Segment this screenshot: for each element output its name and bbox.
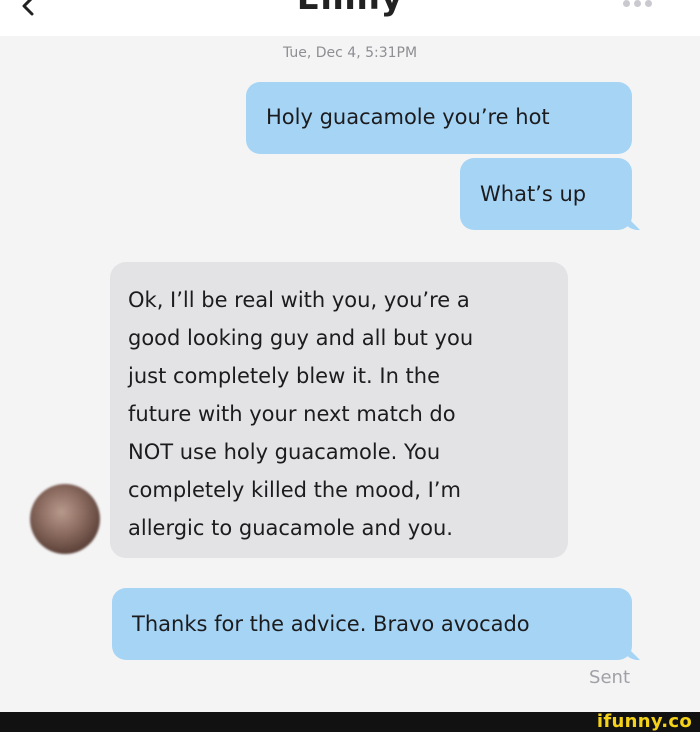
dot xyxy=(623,0,630,7)
chat-screen: Emily Tue, Dec 4, 5:31PM Holy guacamole … xyxy=(0,0,700,712)
message-line: good looking guy and all but you xyxy=(128,326,474,350)
watermark-logo: ifunny.co xyxy=(596,711,692,732)
message-line: Ok, I’ll be real with you, you’re a xyxy=(128,288,470,312)
watermark-bar: ifunny.co xyxy=(0,712,700,732)
dot xyxy=(645,0,652,7)
delivery-status: Sent xyxy=(589,667,630,688)
message-text: Thanks for the advice. Bravo avocado xyxy=(132,612,530,636)
message-timestamp: Tue, Dec 4, 5:31PM xyxy=(282,45,418,61)
message-line: NOT use holy guacamole. You xyxy=(128,440,441,464)
message-line: allergic to guacamole and you. xyxy=(128,516,453,540)
message-line: just completely blew it. In the xyxy=(128,364,441,388)
message-text: What’s up xyxy=(480,182,587,206)
message-text: Holy guacamole you’re hot xyxy=(266,105,550,129)
outgoing-message[interactable]: Holy guacamole you’re hot xyxy=(246,82,632,154)
outgoing-message[interactable]: What’s up xyxy=(460,158,632,230)
chat-header: Emily xyxy=(0,0,700,36)
contact-name: Emily xyxy=(0,0,700,18)
dot xyxy=(634,0,641,7)
message-line: completely killed the mood, I’m xyxy=(128,478,461,502)
contact-avatar[interactable] xyxy=(30,484,100,554)
message-line: future with your next match do xyxy=(128,402,456,426)
more-dots-icon[interactable] xyxy=(623,0,652,7)
outgoing-message[interactable]: Thanks for the advice. Bravo avocado xyxy=(112,588,632,660)
incoming-message[interactable]: Ok, I’ll be real with you, you’re a good… xyxy=(110,262,568,558)
